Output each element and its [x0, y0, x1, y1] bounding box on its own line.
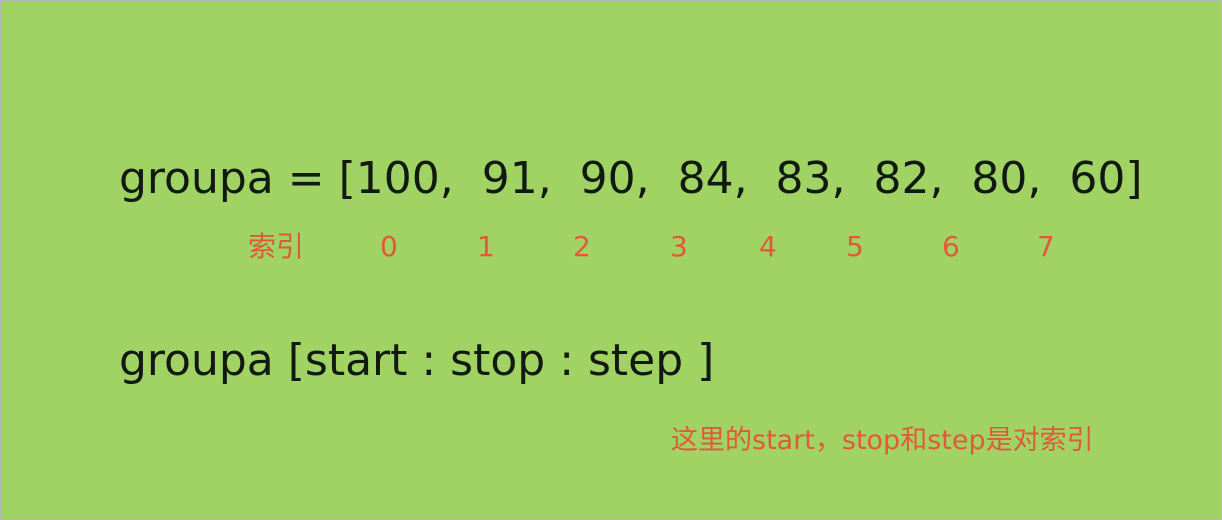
array-definition: groupa = [100, 91, 90, 84, 83, 82, 80, 6…: [119, 153, 1143, 204]
index-2: 2: [573, 230, 591, 263]
slide: groupa = [100, 91, 90, 84, 83, 82, 80, 6…: [0, 0, 1222, 520]
index-4: 4: [759, 230, 777, 263]
index-7: 7: [1037, 230, 1055, 263]
slice-note: 这里的start，stop和step是对索引: [671, 425, 1094, 456]
index-5: 5: [846, 230, 864, 263]
index-1: 1: [477, 230, 495, 263]
slice-syntax: groupa [start : stop : step ]: [119, 335, 715, 386]
index-3: 3: [670, 230, 688, 263]
index-6: 6: [942, 230, 960, 263]
index-label: 索引: [248, 230, 305, 263]
index-0: 0: [380, 230, 398, 263]
